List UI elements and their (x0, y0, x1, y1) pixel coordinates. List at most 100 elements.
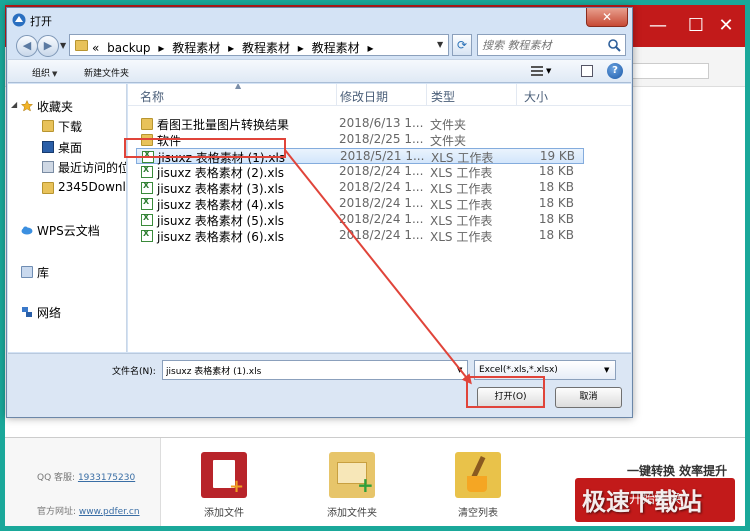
command-bar: 组织 ▼ 新建文件夹 ▼ ? (8, 59, 631, 83)
column-divider[interactable] (516, 84, 517, 106)
nav-label: 2345Downlo (58, 180, 127, 194)
file-type: XLS 工作表 (430, 230, 493, 244)
breadcrumb-item[interactable]: backup (107, 41, 150, 55)
file-type: XLS 工作表 (430, 198, 493, 212)
breadcrumb-separator[interactable]: ▸ (298, 41, 304, 55)
breadcrumb-overflow[interactable]: « (92, 41, 99, 55)
address-bar[interactable]: « backup ▸ 教程素材 ▸ 教程素材 ▸ 教程素材 ▸ ▼ (69, 34, 449, 56)
breadcrumb: « backup ▸ 教程素材 ▸ 教程素材 ▸ 教程素材 ▸ (92, 39, 378, 56)
preview-pane-icon[interactable] (581, 65, 593, 77)
forward-button[interactable]: ▶ (37, 35, 59, 57)
nav-item-recent-places[interactable]: 最近访问的位 (8, 158, 127, 176)
maximize-button[interactable]: ☐ (683, 13, 709, 39)
nav-item-favorites[interactable]: ◢ 收藏夹 (8, 97, 126, 115)
file-row[interactable]: jisuxz 表格素材 (5).xls 2018/2/24 1... XLS 工… (136, 212, 584, 228)
cancel-button[interactable]: 取消 (555, 387, 622, 408)
filename-input[interactable] (166, 363, 446, 377)
open-file-dialog: 打开 ✕ ◀ ▶ ▼ « backup ▸ 教程素材 ▸ 教程素材 ▸ 教程素材… (6, 7, 633, 418)
app-close-button[interactable]: ✕ (713, 13, 739, 39)
folder-icon (42, 182, 54, 194)
download-folder-icon (42, 120, 54, 132)
file-name: jisuxz 表格素材 (5).xls (157, 214, 285, 228)
file-name: jisuxz 表格素材 (3).xls (157, 182, 285, 196)
desktop-icon (42, 141, 54, 153)
dialog-close-button[interactable]: ✕ (586, 8, 628, 27)
file-date: 2018/2/24 1... (339, 196, 424, 210)
file-row[interactable]: jisuxz 表格素材 (4).xls 2018/2/24 1... XLS 工… (136, 196, 584, 212)
recent-locations-chevron-icon[interactable]: ▼ (60, 41, 66, 50)
address-history-chevron-icon[interactable]: ▼ (437, 40, 443, 49)
app-output-path-input[interactable] (623, 63, 709, 79)
qq-label: QQ 客服: (37, 473, 76, 483)
excel-file-icon (141, 165, 153, 178)
file-row[interactable]: jisuxz 表格素材 (3).xls 2018/2/24 1... XLS 工… (136, 180, 584, 196)
file-row[interactable]: 看图王批量图片转换结果 2018/6/13 1... 文件夹 (136, 116, 584, 132)
nav-item-2345downloads[interactable]: 2345Downlo (8, 179, 127, 197)
nav-item-network[interactable]: 网络 (8, 303, 126, 321)
breadcrumb-separator[interactable]: ▸ (367, 41, 373, 55)
nav-item-desktop[interactable]: 桌面 (8, 138, 126, 156)
column-header-type[interactable]: 类型 (431, 88, 455, 105)
excel-file-icon (141, 213, 153, 226)
search-icon[interactable] (607, 38, 621, 52)
breadcrumb-separator[interactable]: ▸ (228, 41, 234, 55)
add-folder-button[interactable]: + 添加文件夹 (317, 452, 387, 519)
recent-places-icon (42, 161, 54, 173)
file-date: 2018/2/24 1... (339, 164, 424, 178)
view-options-icon[interactable] (530, 64, 544, 78)
chevron-down-icon: ▼ (604, 366, 610, 374)
clear-list-button[interactable]: 清空列表 (443, 452, 513, 519)
excel-file-icon (141, 229, 153, 242)
breadcrumb-item[interactable]: 教程素材 (312, 41, 360, 55)
cloud-icon (21, 226, 33, 235)
column-header-date[interactable]: 修改日期 (340, 88, 388, 105)
column-header-size[interactable]: 大小 (524, 88, 548, 105)
column-divider[interactable] (336, 84, 337, 106)
nav-label: 桌面 (58, 141, 83, 155)
help-button[interactable]: ? (607, 63, 623, 79)
organize-menu[interactable]: 组织 ▼ (32, 66, 57, 79)
dialog-titlebar[interactable]: 打开 ✕ (7, 8, 632, 32)
new-folder-button[interactable]: 新建文件夹 (84, 66, 129, 79)
file-row[interactable]: jisuxz 表格素材 (6).xls 2018/2/24 1... XLS 工… (136, 228, 584, 244)
add-file-label: 添加文件 (204, 508, 244, 519)
breadcrumb-item[interactable]: 教程素材 (242, 41, 290, 55)
column-divider[interactable] (426, 84, 427, 106)
file-type: 文件夹 (430, 118, 467, 132)
nav-item-libraries[interactable]: 库 (8, 263, 126, 281)
nav-label: 下载 (58, 120, 83, 134)
file-date: 2018/5/21 1... (340, 149, 425, 163)
column-header-name[interactable]: 名称 (140, 88, 164, 105)
add-file-button[interactable]: + 添加文件 (189, 452, 259, 519)
app-logo-icon (12, 13, 26, 27)
app-slogan: 一键转换 效率提升 (627, 464, 728, 478)
chevron-down-icon[interactable]: ▼ (457, 366, 462, 374)
collapse-triangle-icon[interactable]: ◢ (11, 100, 17, 109)
excel-file-icon (141, 197, 153, 210)
website-link[interactable]: www.pdfer.cn (79, 507, 140, 517)
nav-label: 最近访问的位 (58, 161, 127, 175)
excel-file-icon (141, 181, 153, 194)
selected-file-highlight-box (124, 138, 286, 158)
qq-support-line: QQ 客服: 1933175230 (37, 470, 135, 483)
site-watermark: 极速下载站 (582, 488, 702, 516)
qq-link[interactable]: 1933175230 (78, 473, 135, 483)
breadcrumb-separator[interactable]: ▸ (158, 41, 164, 55)
view-menu-chevron-icon[interactable]: ▼ (546, 67, 551, 75)
minimize-button[interactable]: — (645, 13, 671, 39)
organize-label: 组织 (32, 69, 51, 79)
refresh-button[interactable]: ⟳ (452, 34, 472, 56)
back-button[interactable]: ◀ (16, 35, 38, 57)
file-row[interactable]: jisuxz 表格素材 (2).xls 2018/2/24 1... XLS 工… (136, 164, 584, 180)
file-date: 2018/6/13 1... (339, 116, 424, 130)
filename-label: 文件名(N): (112, 367, 156, 377)
breadcrumb-item[interactable]: 教程素材 (172, 41, 220, 55)
search-box (477, 34, 626, 56)
nav-label: WPS云文档 (37, 224, 100, 238)
nav-item-wps-cloud[interactable]: WPS云文档 (8, 221, 126, 239)
broom-icon (455, 452, 501, 498)
file-list: ▲ 名称 修改日期 类型 大小 看图王批量图片转换结果 2018/6/13 1.… (128, 84, 631, 352)
nav-item-downloads[interactable]: 下载 (8, 117, 126, 135)
search-input[interactable] (482, 37, 602, 53)
add-file-icon: + (201, 452, 247, 498)
